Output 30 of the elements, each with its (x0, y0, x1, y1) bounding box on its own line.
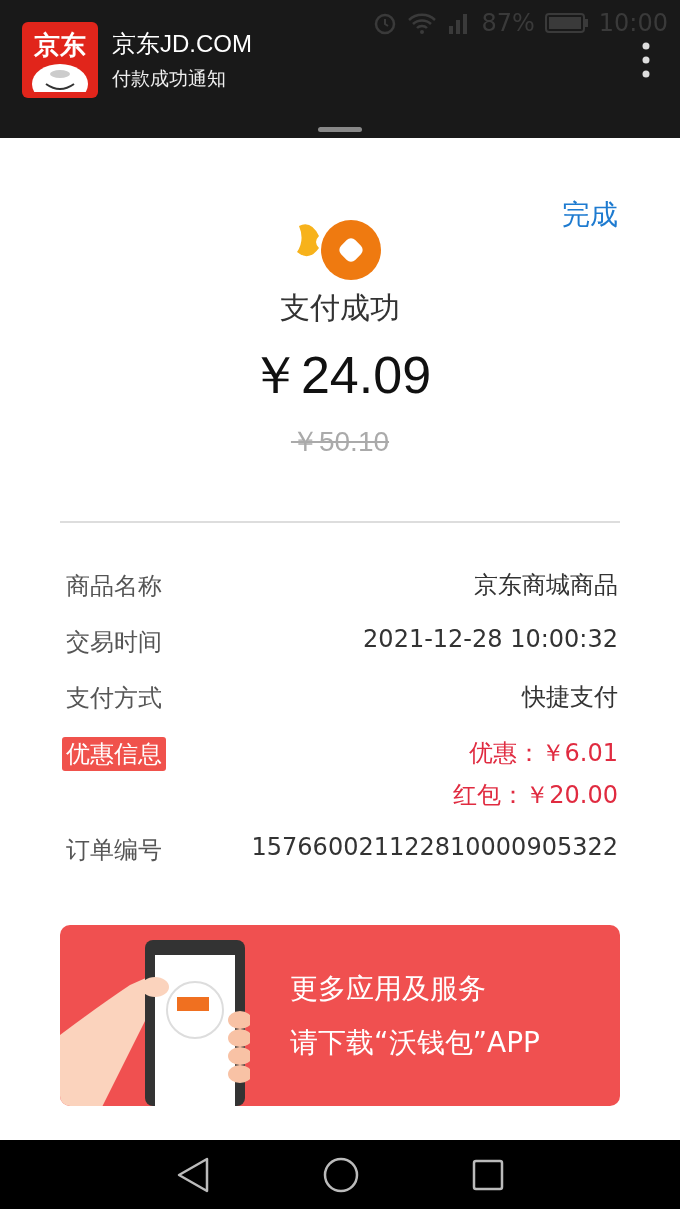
notification-message: 付款成功通知 (112, 66, 227, 91)
app-ad-banner[interactable]: 更多应用及服务 请下载“沃钱包”APP (60, 925, 620, 1106)
field-value: 157660021122810000905322 (251, 833, 618, 861)
drag-handle[interactable] (318, 127, 362, 132)
payment-status: 支付成功 (280, 289, 400, 327)
home-icon[interactable] (323, 1156, 359, 1193)
ad-subline: 请下载“沃钱包”APP (290, 1024, 540, 1061)
field-value: 红包：￥20.00 (453, 780, 618, 811)
field-label: 商品名称 (65, 571, 163, 602)
app-name: 京东JD.COM (112, 29, 252, 59)
field-value: 快捷支付 (522, 682, 618, 713)
battery-icon (544, 12, 589, 34)
more-icon[interactable] (642, 42, 650, 78)
recent-apps-icon[interactable] (471, 1158, 504, 1191)
alarm-icon (373, 11, 398, 35)
field-value: 优惠：￥6.01 (468, 738, 618, 769)
field-value: 京东商城商品 (474, 570, 618, 601)
paid-amount: ￥24.09 (248, 345, 432, 406)
app-icon: 京东 (22, 22, 98, 98)
field-label: 支付方式 (65, 683, 163, 714)
field-value: 2021-12-28 10:00:32 (363, 625, 618, 653)
done-button[interactable]: 完成 (562, 196, 618, 234)
coin-logo-icon (297, 218, 383, 282)
field-label: 交易时间 (65, 627, 163, 658)
back-icon[interactable] (176, 1156, 211, 1193)
ad-headline: 更多应用及服务 (290, 970, 487, 1007)
wifi-icon (407, 11, 438, 35)
original-amount: ￥50.10 (290, 425, 390, 459)
field-label: 优惠信息 (62, 737, 166, 771)
field-label: 订单编号 (65, 835, 163, 866)
